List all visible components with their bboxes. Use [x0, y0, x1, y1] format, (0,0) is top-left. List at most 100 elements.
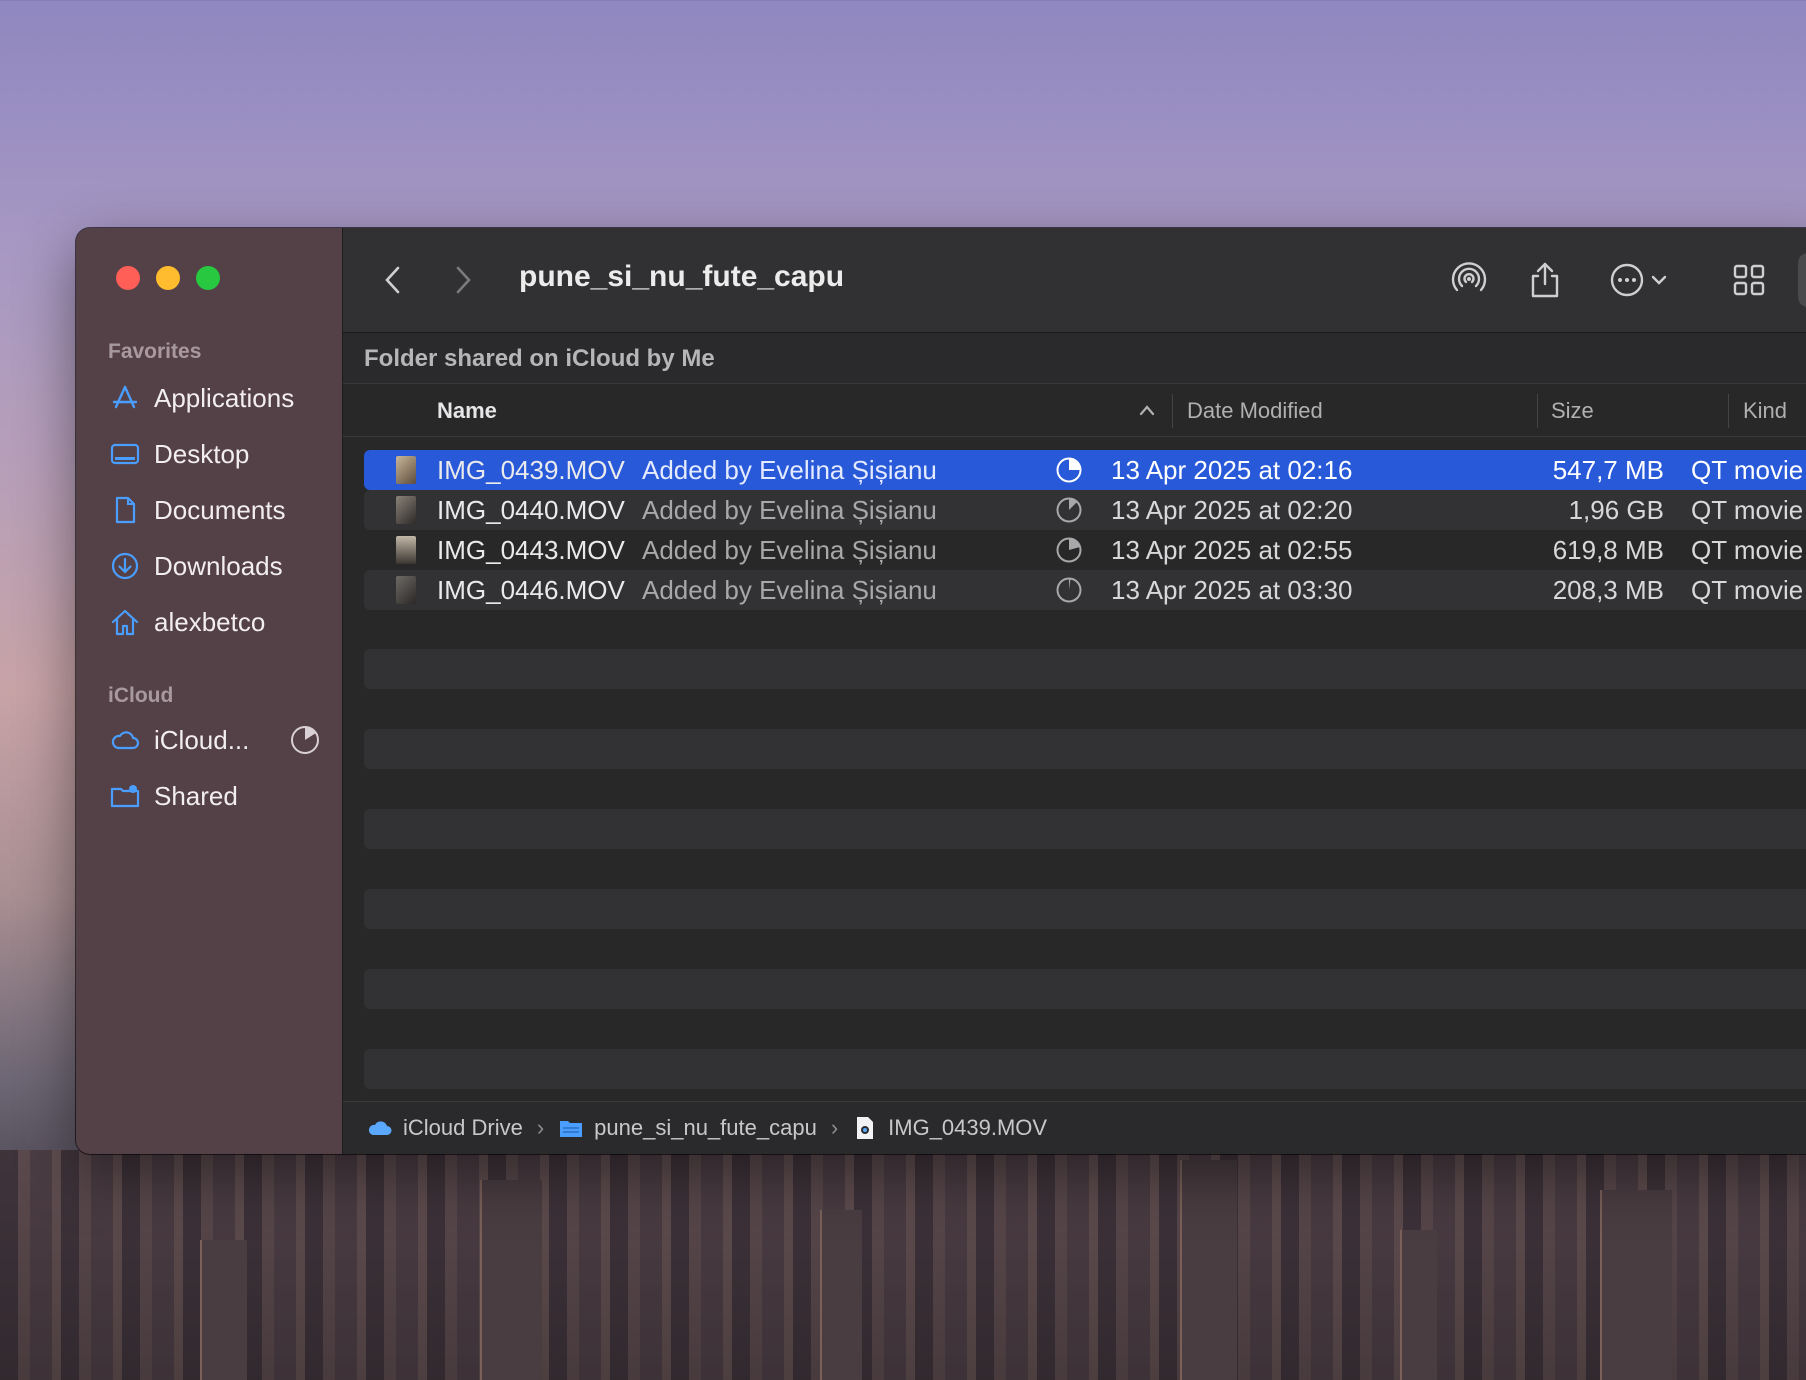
sidebar-item-label: alexbetco — [154, 606, 266, 637]
minimize-button[interactable] — [156, 266, 180, 290]
file-size: 208,3 MB — [1552, 574, 1664, 605]
close-button[interactable] — [116, 266, 140, 290]
file-name: IMG_0440.MOV — [437, 494, 625, 525]
upload-progress-icon — [1056, 537, 1082, 563]
path-bar: iCloud Drive › pune_si_nu_fute_capu › IM… — [343, 1101, 1806, 1154]
back-button[interactable] — [373, 260, 413, 300]
toolbar: pune_si_nu_fute_capu — [343, 228, 1806, 333]
sidebar-item-applications[interactable]: Applications — [110, 378, 320, 418]
file-kind: QT movie — [1691, 494, 1804, 525]
empty-row — [364, 729, 1806, 769]
file-added-by: Added by Evelina Șișianu — [642, 534, 937, 565]
desktop-wallpaper-city — [0, 1150, 1806, 1380]
sync-progress-icon — [291, 726, 319, 754]
video-thumbnail-icon — [396, 576, 416, 604]
column-header: Name Date Modified Size Kind — [343, 384, 1806, 437]
finder-window: Favorites Applications Desktop Documents… — [76, 228, 1806, 1154]
documents-icon — [115, 496, 136, 524]
window-controls — [116, 266, 220, 290]
icon-view-button[interactable] — [1725, 256, 1773, 304]
file-row[interactable]: IMG_0440.MOV Added by Evelina Șișianu 13… — [364, 490, 1806, 530]
path-item-file[interactable]: IMG_0439.MOV — [888, 1115, 1047, 1141]
sidebar-item-label: Desktop — [154, 438, 250, 469]
sidebar-item-home[interactable]: alexbetco — [110, 602, 320, 642]
shared-folder-text: Folder shared on iCloud by Me — [364, 345, 715, 372]
file-kind: QT movie — [1691, 574, 1804, 605]
path-separator: › — [830, 1115, 839, 1140]
file-name: IMG_0439.MOV — [437, 454, 625, 485]
empty-row — [364, 969, 1806, 1009]
forward-button[interactable] — [443, 260, 483, 300]
file-size: 1,96 GB — [1568, 494, 1664, 525]
sidebar-item-label: Applications — [154, 382, 295, 413]
file-added-by: Added by Evelina Șișianu — [642, 574, 937, 605]
file-row[interactable]: IMG_0439.MOV Added by Evelina Șișianu 13… — [364, 450, 1806, 490]
sidebar-item-label: Downloads — [154, 550, 283, 581]
empty-row — [364, 809, 1806, 849]
applications-icon — [112, 385, 138, 409]
file-row[interactable]: IMG_0443.MOV Added by Evelina Șișianu 13… — [364, 530, 1806, 570]
file-date: 13 Apr 2025 at 02:16 — [1111, 454, 1353, 485]
sidebar-item-documents[interactable]: Documents — [110, 490, 320, 530]
file-date: 13 Apr 2025 at 02:55 — [1111, 534, 1353, 565]
shared-folder-banner: Folder shared on iCloud by Me — [343, 333, 1806, 384]
sort-ascending-icon[interactable] — [1137, 402, 1157, 418]
file-name: IMG_0443.MOV — [437, 534, 625, 565]
movie-file-icon — [857, 1117, 874, 1139]
file-kind: QT movie — [1691, 534, 1804, 565]
home-icon — [111, 609, 139, 636]
shared-folder-icon — [560, 1121, 583, 1137]
path-separator: › — [536, 1115, 545, 1140]
column-divider[interactable] — [1537, 394, 1538, 428]
file-list: IMG_0439.MOV Added by Evelina Șișianu 13… — [364, 450, 1806, 610]
sidebar-item-downloads[interactable]: Downloads — [110, 546, 320, 586]
airdrop-icon — [1451, 262, 1487, 292]
main-content: pune_si_nu_fute_capu Folder shared on iC… — [343, 228, 1806, 1154]
upload-progress-icon — [1056, 577, 1082, 603]
column-name[interactable]: Name — [437, 398, 497, 424]
sidebar-item-icloud-drive[interactable]: iCloud... — [110, 720, 320, 760]
sidebar-item-label: Documents — [154, 494, 286, 525]
video-thumbnail-icon — [396, 456, 416, 484]
more-actions-button[interactable] — [1599, 256, 1679, 304]
downloads-icon — [111, 552, 139, 580]
sidebar-section-favorites: Favorites — [108, 340, 202, 363]
column-date-modified[interactable]: Date Modified — [1187, 398, 1323, 424]
column-size[interactable]: Size — [1551, 398, 1594, 424]
share-button[interactable] — [1521, 256, 1569, 304]
empty-row — [364, 889, 1806, 929]
sidebar-item-label: iCloud... — [154, 724, 250, 755]
file-date: 13 Apr 2025 at 02:20 — [1111, 494, 1353, 525]
ellipsis-circle-icon — [1610, 263, 1644, 297]
column-kind[interactable]: Kind — [1743, 398, 1787, 424]
column-divider[interactable] — [1172, 394, 1173, 428]
desktop-icon — [110, 443, 140, 465]
file-row[interactable]: IMG_0446.MOV Added by Evelina Șișianu 13… — [364, 570, 1806, 610]
file-kind: QT movie — [1691, 454, 1804, 485]
sidebar-item-label: Shared — [154, 780, 238, 811]
chevron-left-icon — [385, 266, 400, 294]
icloud-icon — [111, 731, 140, 750]
file-name: IMG_0446.MOV — [437, 574, 625, 605]
upload-progress-icon — [1056, 497, 1082, 523]
grid-icon — [1733, 264, 1765, 296]
sidebar-item-shared[interactable]: Shared — [110, 776, 320, 816]
sidebar: Favorites Applications Desktop Documents… — [76, 228, 343, 1154]
airdrop-button[interactable] — [1445, 256, 1493, 304]
zoom-button[interactable] — [196, 266, 220, 290]
list-view-button[interactable] — [1798, 253, 1806, 307]
chevron-down-icon — [1651, 275, 1667, 285]
file-added-by: Added by Evelina Șișianu — [642, 454, 937, 485]
sidebar-item-desktop[interactable]: Desktop — [110, 434, 320, 474]
sidebar-section-icloud: iCloud — [108, 684, 174, 707]
upload-progress-icon — [1056, 457, 1082, 483]
empty-row — [364, 1049, 1806, 1089]
column-divider[interactable] — [1728, 394, 1729, 428]
path-item-root[interactable]: iCloud Drive — [403, 1115, 523, 1141]
path-item-folder[interactable]: pune_si_nu_fute_capu — [594, 1115, 817, 1141]
share-icon — [1531, 262, 1559, 298]
file-added-by: Added by Evelina Șișianu — [642, 494, 937, 525]
icloud-drive-icon — [368, 1121, 392, 1135]
file-size: 547,7 MB — [1552, 454, 1664, 485]
chevron-right-icon — [456, 266, 471, 294]
